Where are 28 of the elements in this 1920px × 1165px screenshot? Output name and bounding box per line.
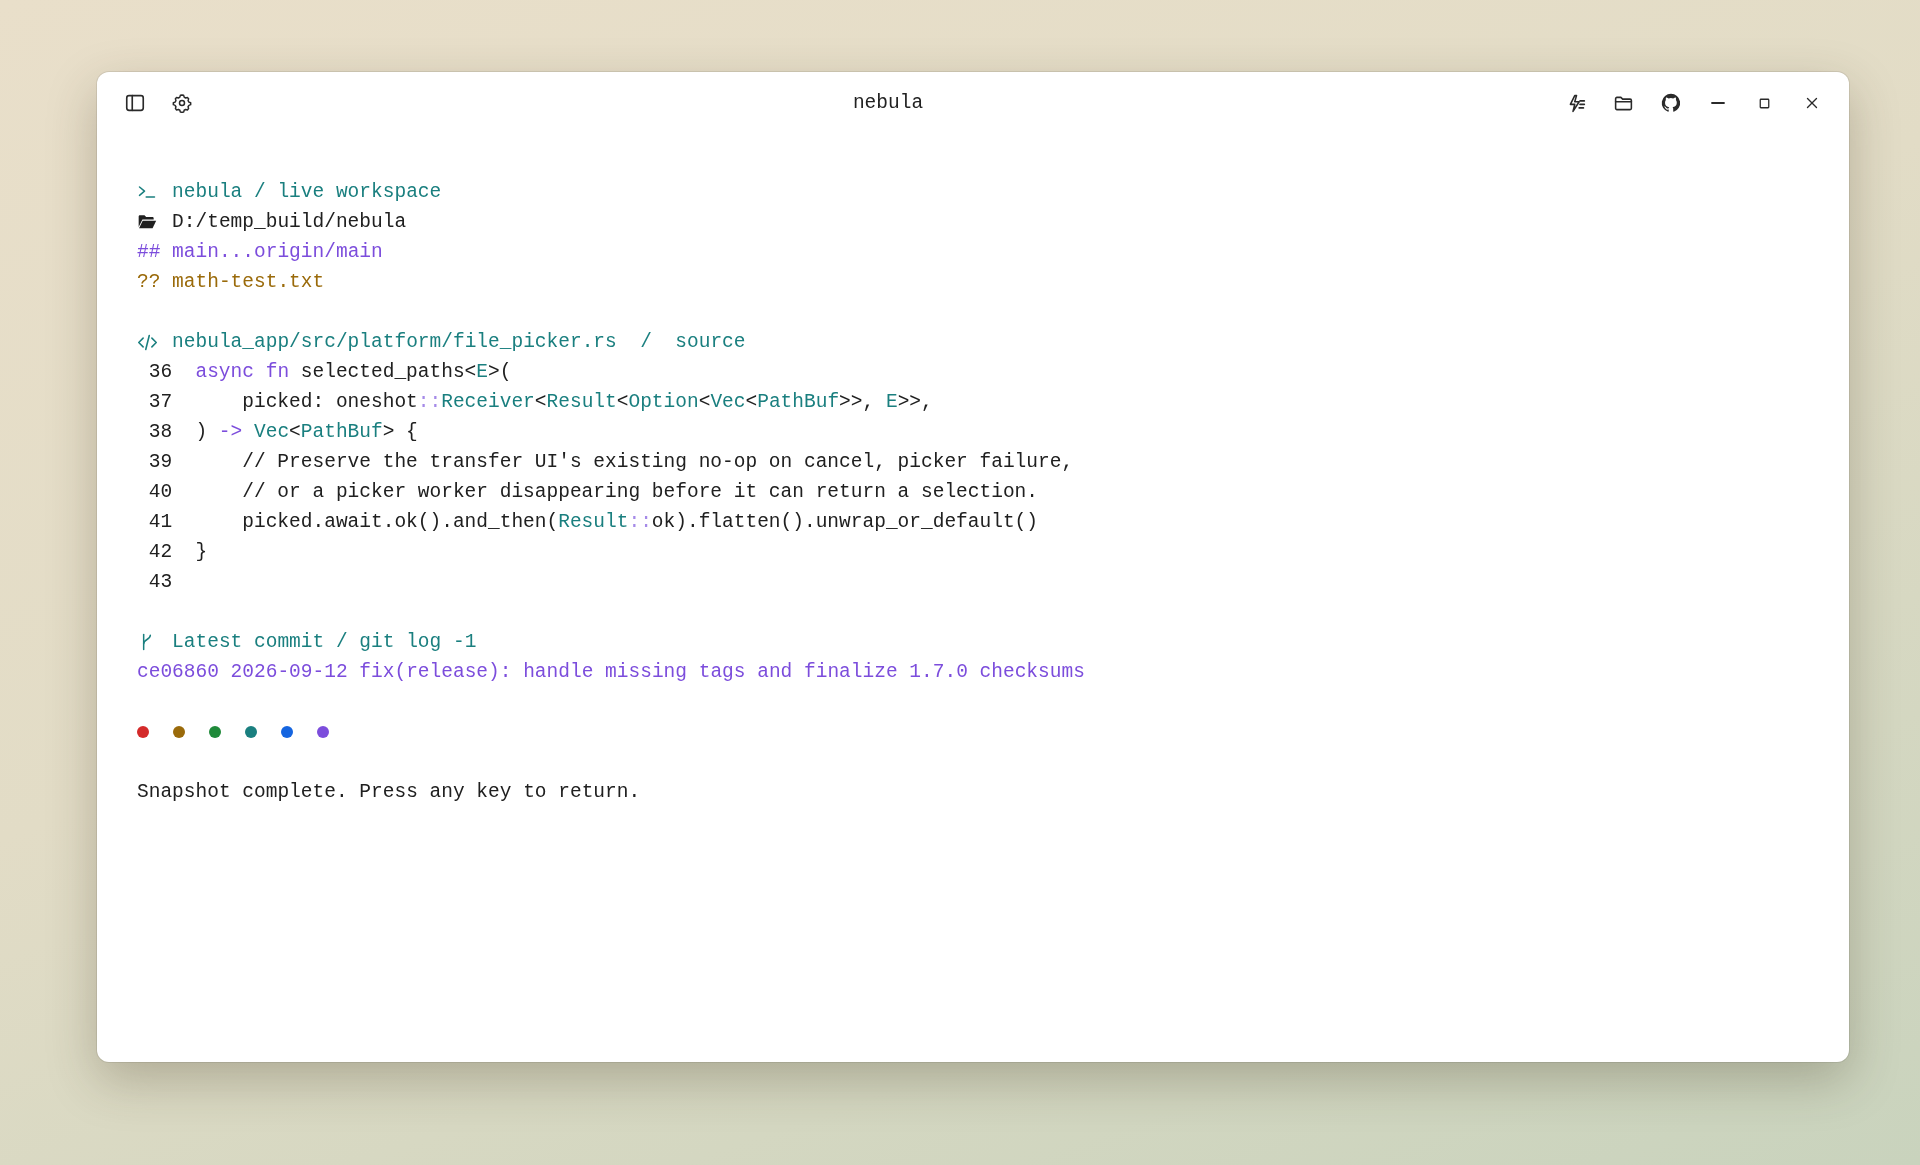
line-number: 43 [148, 571, 173, 593]
settings-icon [171, 93, 192, 113]
code-line: ) -> Vec<PathBuf> { [195, 421, 418, 443]
status-line: ## main...origin/main [137, 241, 383, 263]
github-icon [1659, 92, 1682, 114]
status-message: Snapshot complete. Press any key to return. [137, 781, 641, 803]
code-line: async fn selected_paths<E>( [195, 361, 512, 383]
window-title: nebula [852, 92, 924, 114]
code-line: } [195, 541, 208, 563]
code-line: picked.await.ok().and_then(Result::ok).flatten().unwrap_or_default() [241, 511, 1038, 533]
line-number: 40 [148, 481, 173, 503]
code-line: // Preserve the transfer UI's existing no-op on cancel, picker failure, [241, 451, 1074, 473]
code-line: picked: oneshot::Receiver<Result<Option<Vec<PathBuf>>, E>>, [241, 391, 933, 413]
line-number: 39 [148, 451, 173, 473]
line-number: 38 [148, 421, 173, 443]
line-number: 36 [148, 361, 173, 383]
status-line: ?? math-test.txt [137, 271, 325, 293]
code-line: // or a picker worker disappearing before it can return a selection. [241, 481, 1038, 503]
line-number: 41 [148, 511, 173, 533]
line-number: 42 [148, 541, 173, 563]
commit-header: Latest commit / git log -1 [172, 631, 477, 653]
status-line: D:/temp_build/nebula [172, 211, 407, 233]
minimize-icon [1710, 102, 1725, 104]
status-line: nebula / live workspace [172, 181, 442, 203]
sidebar-icon [123, 92, 146, 114]
line-number: 37 [148, 391, 173, 413]
commit-entry: ce06860 2026-09-12 fix(release): handle missing tags and finalize 1.7.0 checksums [137, 661, 1085, 683]
file-path-header: nebula_app/src/platform/file_picker.rs / source [172, 331, 746, 353]
